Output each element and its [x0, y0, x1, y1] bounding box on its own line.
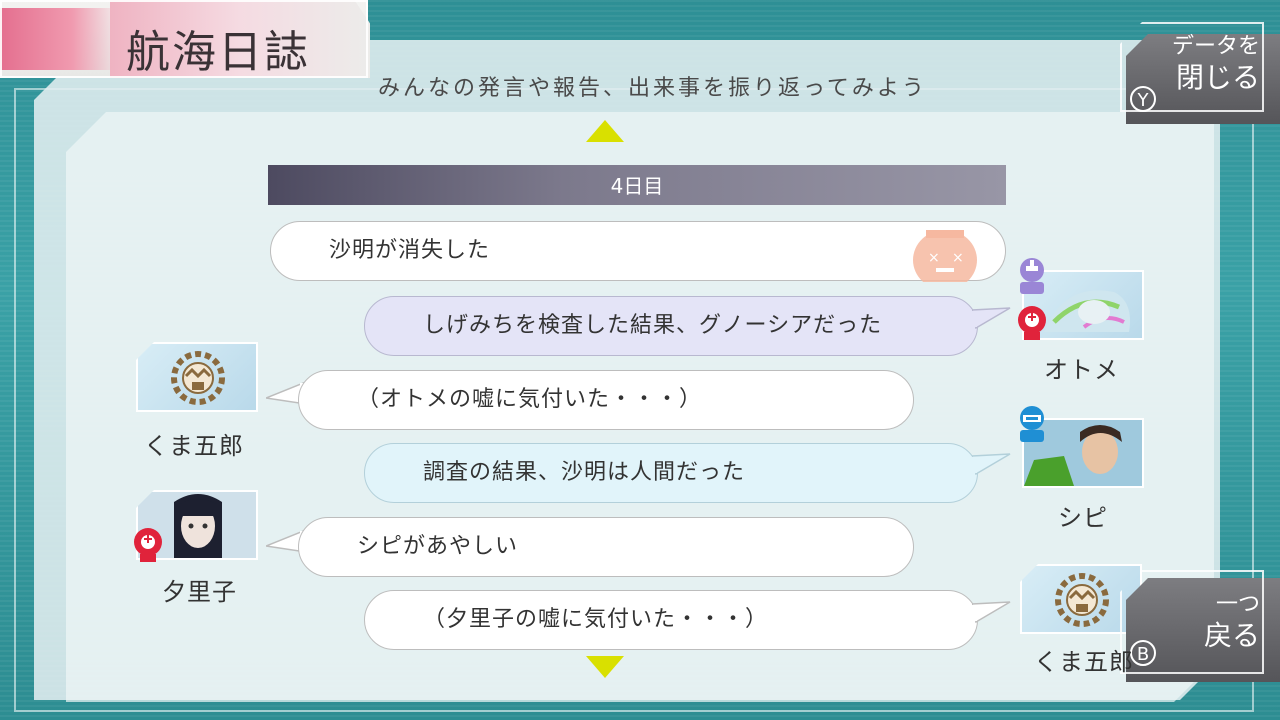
speaker-name: 夕里子 [162, 578, 237, 606]
gnosia-role-icon [134, 528, 162, 562]
log-entry-thought: （オトメの嘘に気付いた・・・） [298, 370, 914, 430]
gnosia-role-icon [1018, 306, 1046, 340]
doctor-role-icon [1020, 406, 1044, 442]
log-entry-text: （夕里子の嘘に気付いた・・・） [423, 607, 769, 632]
bubble-tail-right [972, 453, 1011, 476]
bubble-tail-right [972, 307, 1011, 330]
speaker-name: シピ [1058, 504, 1108, 532]
log-entry-report: 調査の結果、沙明は人間だった [364, 443, 978, 503]
day-header: 4日目 [268, 165, 1006, 205]
back-button-label: 戻る [1203, 619, 1260, 652]
log-entry-text: （オトメの嘘に気付いた・・・） [357, 387, 703, 412]
svg-text:×: × [952, 250, 964, 266]
bubble-tail-right [972, 601, 1011, 624]
log-entry-report: しげみちを検査した結果、グノーシアだった [364, 296, 978, 356]
log-entry-text: 調査の結果、沙明は人間だった [423, 460, 746, 485]
engineer-role-icon [1020, 258, 1044, 294]
scroll-up-arrow-icon[interactable] [586, 120, 624, 142]
page-subtitle: みんなの発言や報告、出来事を振り返ってみよう [378, 76, 927, 101]
log-entry-thought: （夕里子の嘘に気付いた・・・） [364, 590, 978, 650]
vanished-face-icon: × × [913, 230, 977, 282]
back-button-label-top: 一つ [1215, 592, 1260, 617]
scroll-down-arrow-icon[interactable] [586, 656, 624, 678]
log-entry-event: 沙明が消失した [270, 221, 1006, 281]
log-entry-text: しげみちを検査した結果、グノーシアだった [423, 313, 883, 338]
avatar-kumagoro [136, 342, 258, 412]
kumagoro-portrait-icon [171, 351, 225, 405]
log-entry-statement: シピがあやしい [298, 517, 914, 577]
log-entry-text: シピがあやしい [357, 534, 519, 559]
page-title: 航海日誌 [126, 27, 310, 78]
close-button-label: 閉じる [1175, 61, 1260, 94]
y-key-icon: Y [1130, 86, 1156, 112]
speaker-name: くま五郎 [1034, 648, 1134, 676]
log-entry-text: 沙明が消失した [329, 238, 491, 263]
close-button-label-top: データを [1171, 34, 1260, 59]
speaker-name: オトメ [1044, 356, 1119, 384]
svg-text:×: × [928, 250, 940, 266]
speaker-name: くま五郎 [144, 432, 244, 460]
